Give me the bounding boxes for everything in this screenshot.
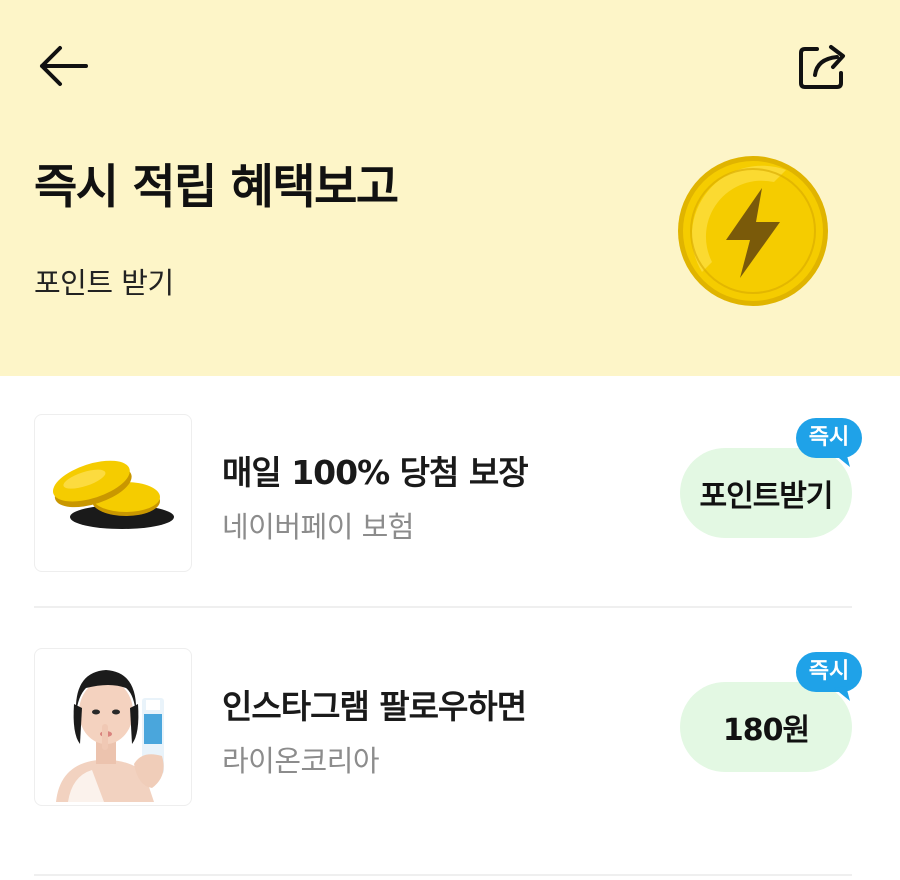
page-subtitle: 포인트 받기	[34, 266, 174, 300]
divider	[34, 874, 852, 876]
page-title: 즉시 적립 혜택보고	[34, 160, 399, 215]
instant-badge: 즉시	[796, 652, 862, 701]
arrow-left-icon	[40, 46, 88, 86]
lightning-coin-icon	[678, 156, 828, 306]
model-with-toothpaste-photo	[38, 652, 188, 802]
gold-coins-image	[52, 460, 174, 529]
instant-badge: 즉시	[796, 418, 862, 467]
divider	[34, 606, 852, 608]
list-item[interactable]: 매일 100% 당첨 보장 네이버페이 보험 포인트받기 즉시	[0, 414, 900, 584]
badge-label: 즉시	[808, 425, 850, 450]
list-item[interactable]: 인스타그램 팔로우하면 라이온코리아 180원 즉시	[0, 648, 900, 818]
badge-label: 즉시	[808, 659, 850, 684]
hero-banner: 즉시 적립 혜택보고 포인트 받기	[0, 0, 900, 376]
item-title: 인스타그램 팔로우하면	[222, 687, 527, 726]
back-button[interactable]	[30, 36, 96, 96]
item-advertiser: 네이버페이 보험	[222, 510, 414, 544]
item-thumbnail	[34, 414, 192, 572]
share-icon	[799, 45, 845, 89]
item-advertiser: 라이온코리아	[222, 744, 380, 778]
share-button[interactable]	[790, 34, 856, 96]
item-title: 매일 100% 당첨 보장	[222, 453, 529, 492]
item-thumbnail	[34, 648, 192, 806]
